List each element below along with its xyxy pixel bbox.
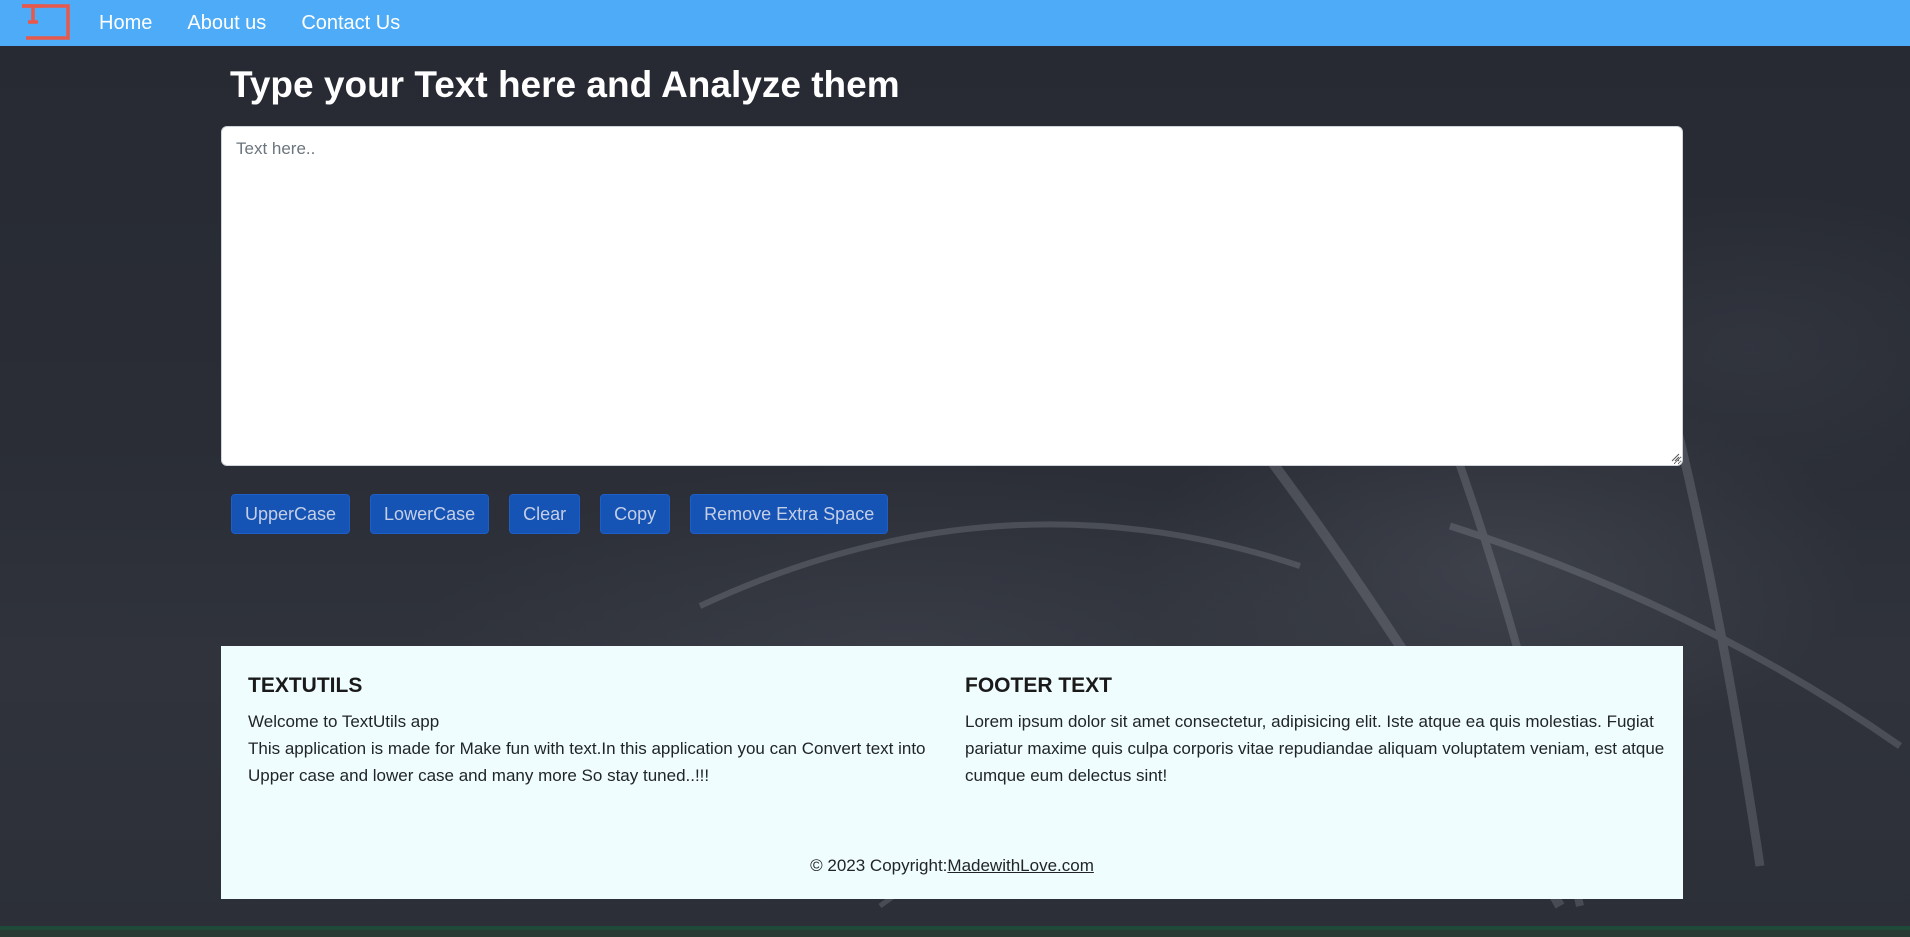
lowercase-button[interactable]: LowerCase xyxy=(370,494,490,534)
remove-extra-space-button[interactable]: Remove Extra Space xyxy=(690,494,889,534)
footer-text-heading: FOOTER TEXT xyxy=(965,674,1112,697)
copy-button[interactable]: Copy xyxy=(600,494,671,534)
resize-grip-icon[interactable] xyxy=(1670,452,1680,462)
action-buttons: UpperCase LowerCase Clear Copy Remove Ex… xyxy=(231,494,908,534)
footer-description-text: This application is made for Make fun wi… xyxy=(248,739,926,785)
footer-welcome-text: Welcome to TextUtils app xyxy=(248,712,440,731)
nav-link-about[interactable]: About us xyxy=(187,12,266,35)
footer-about-column: TEXTUTILS Welcome to TextUtils app This … xyxy=(248,674,938,789)
nav-link-home[interactable]: Home xyxy=(99,12,152,35)
textutils-logo-icon[interactable] xyxy=(18,2,72,42)
footer-about-heading: TEXTUTILS xyxy=(248,674,363,697)
copyright: © 2023 Copyright:MadewithLove.com xyxy=(221,856,1683,876)
uppercase-button[interactable]: UpperCase xyxy=(231,494,351,534)
clear-button[interactable]: Clear xyxy=(509,494,581,534)
window-bottom-strip xyxy=(0,926,1910,937)
copyright-link[interactable]: MadewithLove.com xyxy=(947,856,1093,875)
nav-link-contact[interactable]: Contact Us xyxy=(301,12,400,35)
footer-lorem-text: Lorem ipsum dolor sit amet consectetur, … xyxy=(965,712,1665,785)
footer-text-column: FOOTER TEXT Lorem ipsum dolor sit amet c… xyxy=(965,674,1665,789)
page-title: Type your Text here and Analyze them xyxy=(230,64,900,105)
copyright-text: © 2023 Copyright: xyxy=(810,856,948,875)
navbar: Home About us Contact Us xyxy=(0,0,1910,46)
nav-links: Home About us Contact Us xyxy=(99,0,400,46)
footer: TEXTUTILS Welcome to TextUtils app This … xyxy=(221,646,1683,899)
text-input-area[interactable] xyxy=(221,126,1683,466)
